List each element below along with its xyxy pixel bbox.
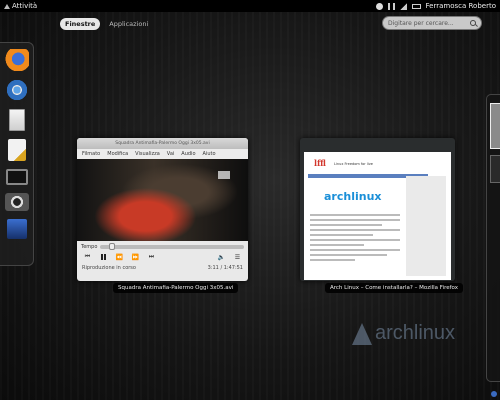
menu-item-go: Vai: [166, 151, 175, 157]
seek-row: Tempo: [77, 241, 248, 250]
forward-icon: ⏩: [131, 253, 140, 261]
user-menu[interactable]: Ferramosca Roberto: [426, 2, 496, 10]
view-selector: Finestre Applicazioni: [60, 18, 153, 30]
accessibility-icon[interactable]: [375, 2, 383, 10]
volume-icon[interactable]: [387, 2, 395, 10]
wallpaper-logo-text: archlinux: [375, 322, 456, 344]
rewind-icon: ⏪: [115, 253, 124, 261]
window-caption-firefox: Arch Linux – Come installarla? – Mozilla…: [325, 283, 463, 293]
top-panel: Attività Ferramosca Roberto: [0, 0, 500, 12]
window-caption-video-player: Squadra Antimafia-Palermo Oggi 3x05.avi: [113, 283, 239, 293]
menu-item-view: Visualizza: [135, 151, 160, 157]
playlist-icon: ☰: [234, 253, 241, 261]
text-editor-icon[interactable]: [7, 139, 26, 161]
seek-bar: [100, 243, 244, 250]
window-thumbnail-video-player[interactable]: Squadra Antimafia-Palermo Oggi 3x05.avi …: [77, 138, 248, 281]
activities-icon: [4, 3, 10, 9]
activities-label: Attività: [12, 2, 38, 10]
window-title: Squadra Antimafia-Palermo Oggi 3x05.avi: [77, 138, 248, 149]
firefox-icon[interactable]: [4, 49, 29, 71]
channel-logo: [218, 171, 230, 179]
seek-knob: [109, 243, 115, 250]
status-bar: Riproduzione in corso 3:11 / 1:47:51: [77, 264, 248, 272]
workspace-thumbnail-2[interactable]: [490, 155, 500, 183]
network-icon[interactable]: [399, 2, 407, 10]
workspace-selector[interactable]: [486, 94, 500, 382]
menu-item-help: Aiuto: [202, 151, 216, 157]
volume-icon: 🔈: [217, 253, 226, 261]
search-placeholder: Digitare per cercare...: [388, 19, 454, 27]
previous-icon: ⏮: [84, 253, 91, 260]
status-text: Riproduzione in corso: [82, 265, 136, 271]
search-input[interactable]: Digitare per cercare...: [382, 16, 482, 30]
site-tagline: Linux Freedom for live: [334, 162, 373, 166]
tab-windows[interactable]: Finestre: [60, 18, 101, 30]
workspace-thumbnail-1[interactable]: [490, 103, 500, 149]
chromium-icon[interactable]: [4, 79, 29, 101]
camera-icon[interactable]: [4, 193, 29, 211]
tab-applications[interactable]: Applicazioni: [104, 18, 153, 30]
status-area: Ferramosca Roberto: [375, 0, 496, 12]
window-thumbnail-firefox[interactable]: lffl Linux Freedom for live archlinux: [300, 138, 455, 281]
menu-item-audio: Audio: [181, 151, 196, 157]
battery-icon[interactable]: [411, 3, 421, 9]
menu-item-file: Filmato: [82, 151, 101, 157]
video-frame: [77, 159, 248, 241]
activities-button[interactable]: Attività: [0, 2, 37, 10]
playback-controls: ⏮ ⏪ ⏩ ⏭ 🔈 ☰: [77, 250, 248, 264]
tempo-label: Tempo: [81, 244, 98, 250]
article-text: [310, 214, 400, 264]
site-logo: lffl: [314, 158, 326, 168]
message-tray-icon[interactable]: [491, 391, 497, 397]
software-center-icon[interactable]: [6, 219, 27, 239]
next-icon: ⏭: [148, 253, 155, 260]
wallpaper-logo: archlinux: [352, 322, 455, 345]
menu-bar: Filmato Modifica Visualizza Vai Audio Ai…: [77, 149, 248, 159]
site-sidebar: [406, 176, 446, 276]
time-text: 3:11 / 1:47:51: [207, 265, 243, 271]
dash: [0, 42, 34, 266]
terminal-icon[interactable]: [5, 169, 28, 185]
article-heading: archlinux: [324, 190, 382, 203]
menu-item-edit: Modifica: [107, 151, 129, 157]
arch-logo-icon: [352, 322, 372, 345]
search-icon: [470, 20, 476, 26]
document-viewer-icon[interactable]: [8, 109, 25, 131]
web-page: lffl Linux Freedom for live archlinux: [304, 152, 451, 280]
pause-button: [99, 253, 108, 261]
pause-icon: [101, 254, 106, 260]
